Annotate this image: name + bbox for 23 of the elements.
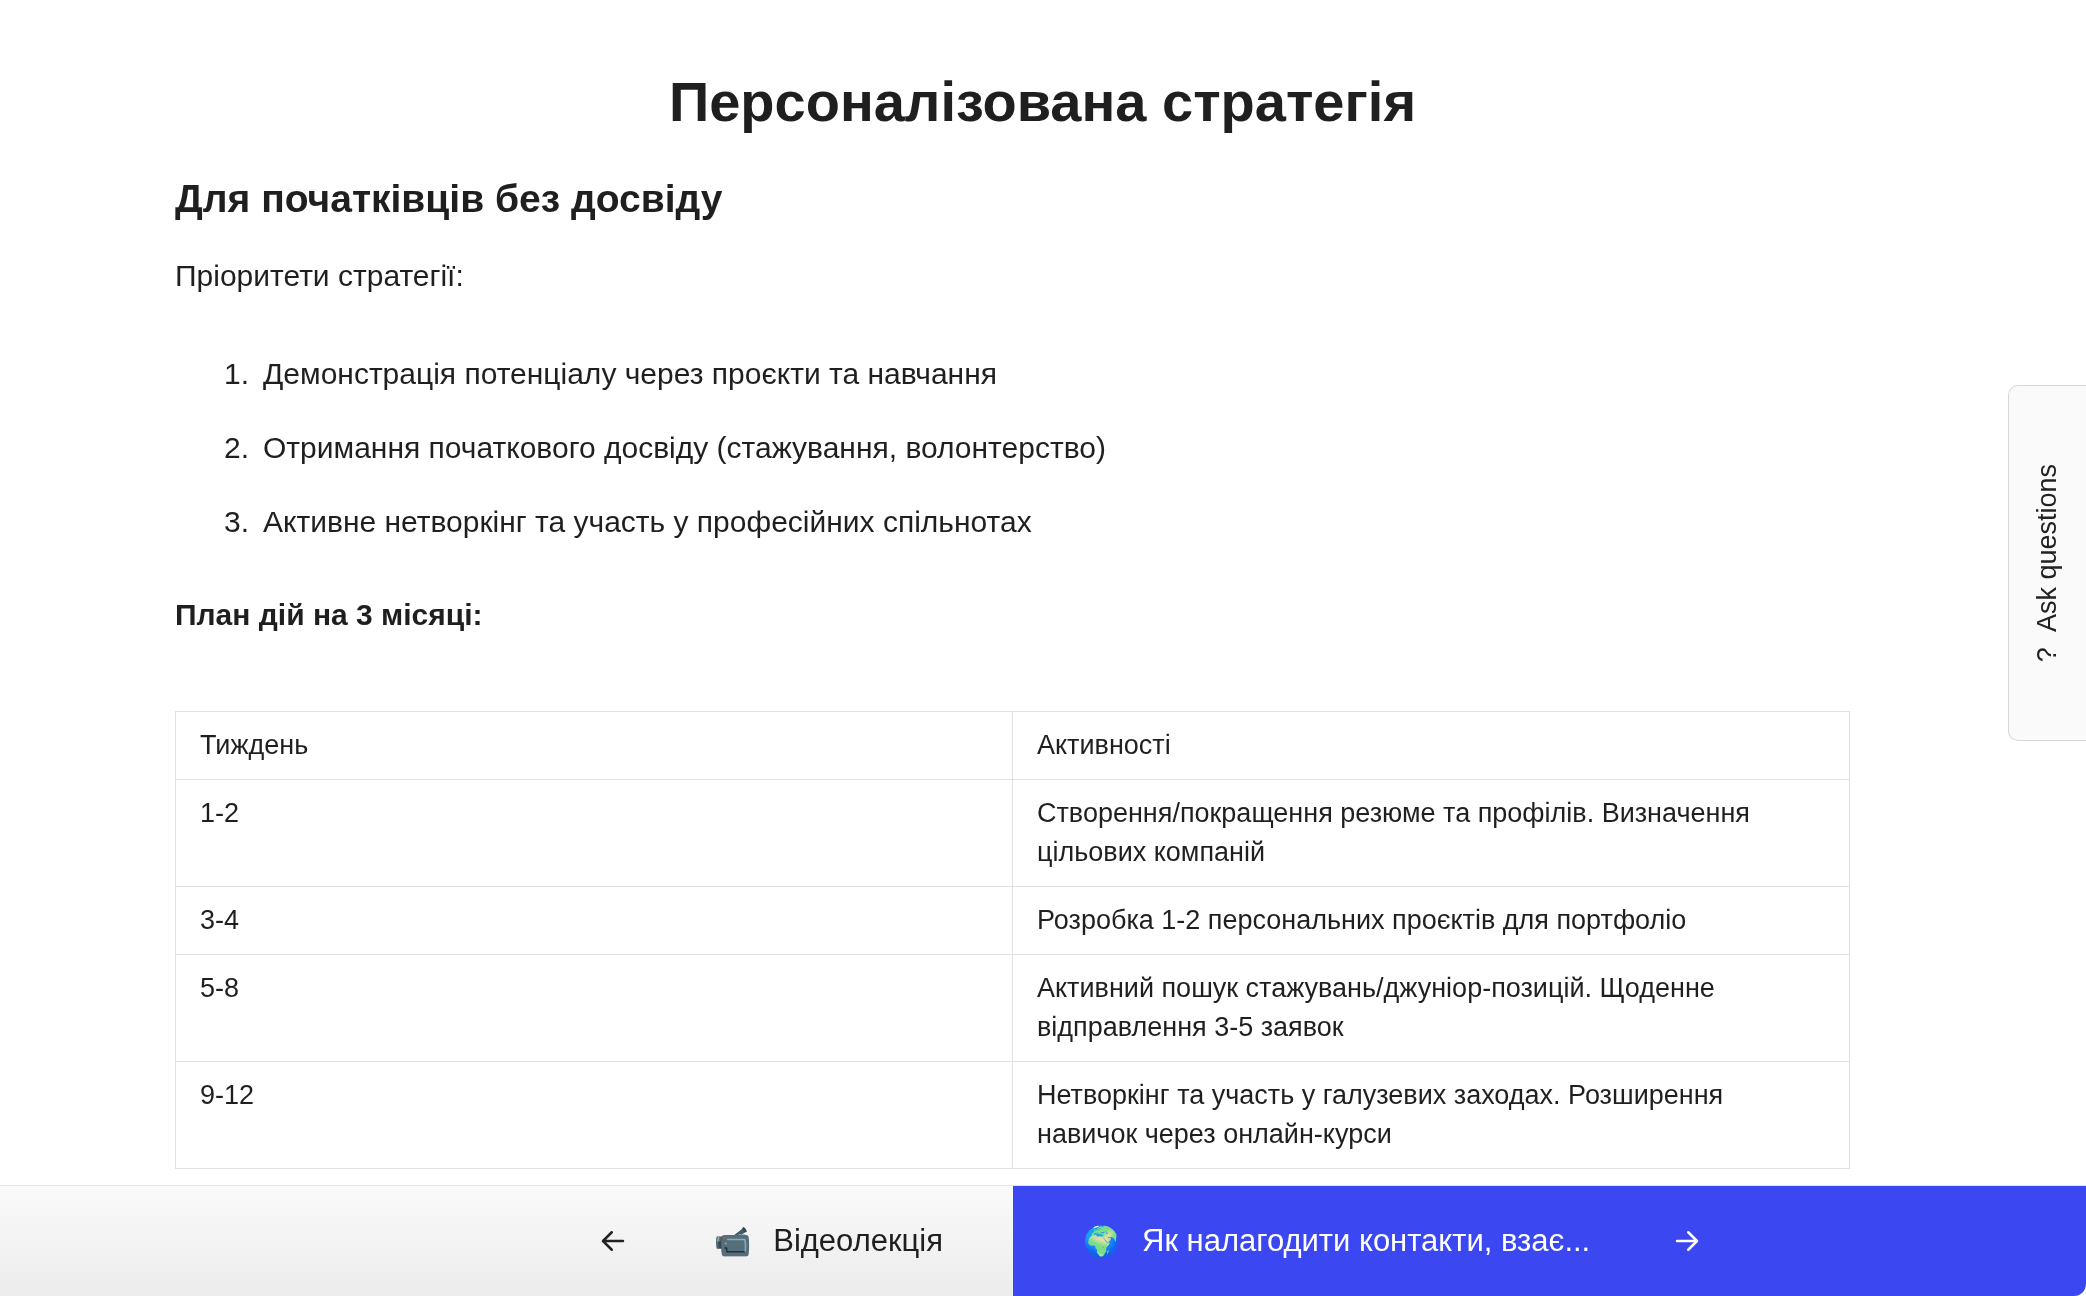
previous-lesson-button[interactable]: 📹 Відеолекція (0, 1186, 1013, 1296)
list-number: 2. (222, 430, 249, 466)
ask-questions-tab[interactable]: ? Ask questions (2008, 385, 2086, 741)
table-cell: 5-8 (175, 954, 1013, 1062)
column-header: Тиждень (175, 711, 1013, 780)
page-title: Персоналізована стратегія (667, 69, 1418, 135)
table-cell: 9-12 (175, 1061, 1013, 1169)
list-item-text: Активне нетворкінг та участь у професійних спільнотах (263, 504, 1032, 540)
table-cell: Розробка 1-2 персональних проєктів для портфоліо (1012, 886, 1850, 955)
intro-text: Пріоритети стратегії: (175, 258, 465, 294)
list-item-text: Демонстрація потенціалу через проєкти та навчання (263, 356, 997, 392)
list-number: 1. (222, 356, 249, 392)
table-cell: Нетворкінг та участь у галузевих заходах. Розширення навичок через онлайн-курси (1012, 1061, 1850, 1169)
table-cell: 1-2 (175, 779, 1013, 887)
list-item-text: Отримання початкового досвіду (стажування, волонтерство) (263, 430, 1106, 466)
table-cell: Активний пошук стажувань/джуніор-позицій. Щоденне відправлення 3-5 заявок (1012, 954, 1850, 1062)
column-header: Активності (1012, 711, 1850, 780)
table-cell: 3-4 (175, 886, 1013, 955)
table-cell: Створення/покращення резюме та профілів. Визначення цільових компаній (1012, 779, 1850, 887)
section-heading: Для початківців без досвіду (175, 176, 724, 222)
list-number: 3. (222, 504, 249, 540)
next-lesson-button[interactable]: 🌍 Як налагодити контакти, взає... (1013, 1186, 2086, 1296)
plan-heading: План дій на 3 місяці: (175, 597, 484, 633)
